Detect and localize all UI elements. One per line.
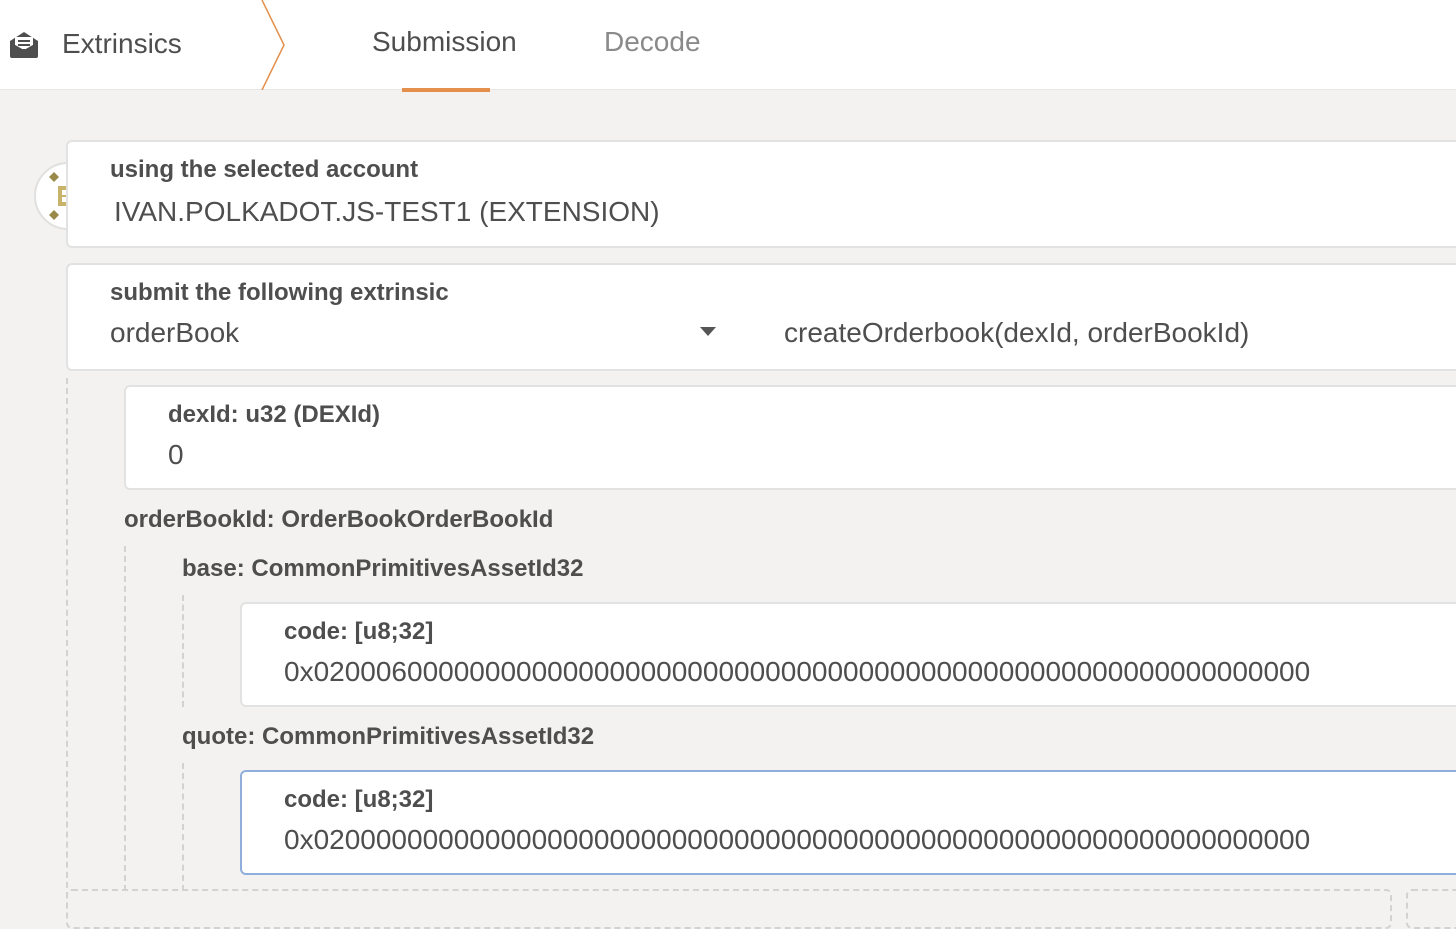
quote-code-label: code: [u8;32] bbox=[284, 786, 434, 813]
account-value: IVAN.POLKADOT.JS-TEST1 (EXTENSION) bbox=[114, 196, 660, 227]
base-code-input[interactable]: code: [u8;32] 0x020006000000000000000000… bbox=[240, 602, 1456, 707]
quote-tree-line bbox=[182, 763, 184, 891]
section-title: Extrinsics bbox=[0, 0, 290, 90]
envelope-open-icon bbox=[10, 32, 38, 58]
dexid-value: 0 bbox=[168, 439, 184, 470]
next-section-box bbox=[66, 889, 1392, 929]
next-section-box-right bbox=[1406, 889, 1456, 929]
quote-code-value: 0x02000000000000000000000000000000000000… bbox=[284, 824, 1311, 855]
account-selector[interactable]: using the selected account IVAN.POLKADOT… bbox=[66, 140, 1456, 248]
extrinsic-selector: submit the following extrinsic orderBook… bbox=[66, 263, 1456, 371]
extrinsic-label: submit the following extrinsic bbox=[110, 279, 449, 306]
extrinsic-method-dropdown[interactable]: createOrderbook(dexId, orderBookId) bbox=[784, 317, 1249, 349]
top-navigation-bar: Extrinsics Submission Decode bbox=[0, 0, 1456, 92]
dexid-input[interactable]: dexId: u32 (DEXId) 0 bbox=[124, 385, 1456, 490]
extrinsic-section-dropdown[interactable]: orderBook bbox=[110, 317, 239, 349]
breadcrumb-chevron bbox=[261, 0, 285, 90]
base-code-label: code: [u8;32] bbox=[284, 618, 434, 645]
base-code-value: 0x02000600000000000000000000000000000000… bbox=[284, 656, 1311, 687]
orderbookid-tree-line bbox=[124, 546, 126, 891]
account-label: using the selected account bbox=[110, 156, 419, 183]
quote-code-input[interactable]: code: [u8;32] 0x020000000000000000000000… bbox=[240, 770, 1456, 875]
params-tree-line bbox=[66, 378, 68, 898]
orderbookid-label: orderBookId: OrderBookOrderBookId bbox=[124, 506, 554, 533]
quote-label: quote: CommonPrimitivesAssetId32 bbox=[182, 723, 595, 750]
tab-submission[interactable]: Submission bbox=[372, 26, 517, 58]
chevron-down-icon[interactable] bbox=[700, 327, 716, 336]
active-tab-indicator bbox=[402, 88, 490, 92]
section-title-label: Extrinsics bbox=[62, 28, 182, 59]
base-tree-line bbox=[182, 595, 184, 707]
tab-decode[interactable]: Decode bbox=[604, 26, 701, 58]
dexid-label: dexId: u32 (DEXId) bbox=[168, 401, 381, 428]
base-label: base: CommonPrimitivesAssetId32 bbox=[182, 555, 584, 582]
